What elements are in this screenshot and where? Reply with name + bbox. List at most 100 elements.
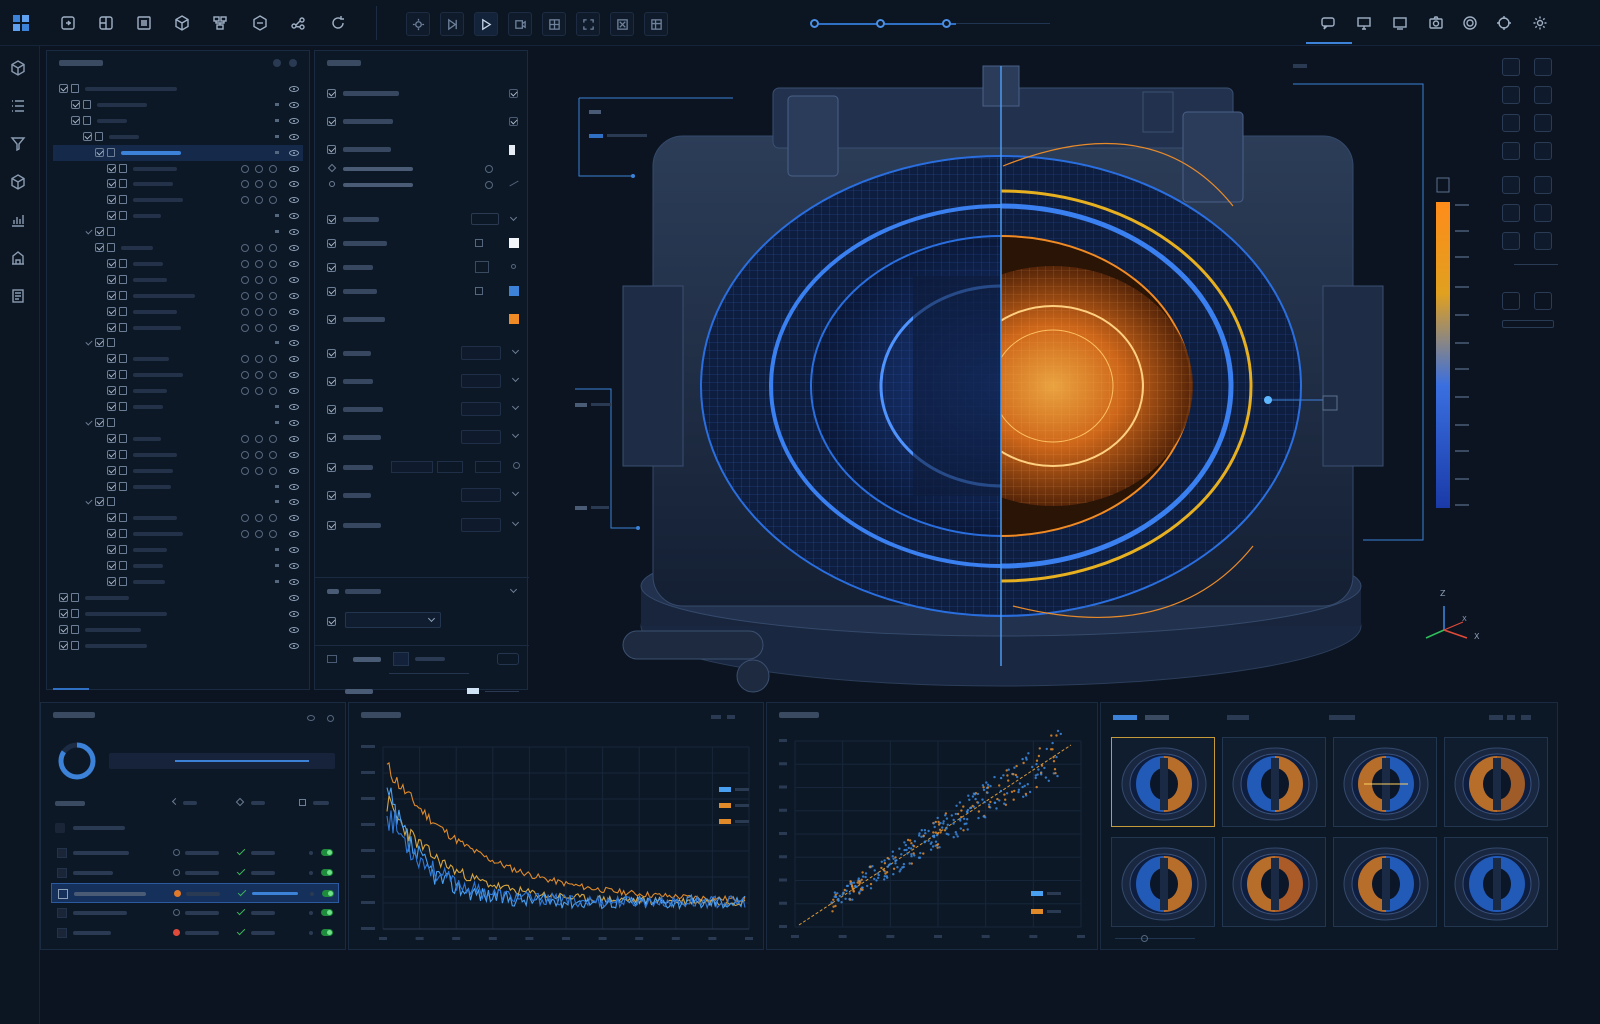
visibility-eye-icon[interactable] [289,117,299,124]
visibility-eye-icon[interactable] [289,610,299,617]
visibility-eye-icon[interactable] [289,594,299,601]
tree-row[interactable] [53,224,303,240]
chevron-down-icon[interactable] [511,488,520,497]
chat-icon[interactable] [1318,13,1338,33]
result-thumbnail[interactable] [1333,737,1437,827]
view-slider[interactable] [1502,320,1554,328]
checkbox[interactable] [107,274,116,284]
checkbox[interactable] [327,433,336,442]
tree-row[interactable] [53,494,303,510]
check-button[interactable] [393,652,409,666]
radio-icon[interactable] [329,181,335,187]
visibility-eye-icon[interactable] [289,578,299,585]
tree-row[interactable] [53,463,303,479]
dropdown-select[interactable] [461,488,501,502]
field-input[interactable] [391,461,433,473]
chevron-down-icon[interactable] [511,374,520,383]
visibility-eye-icon[interactable] [289,133,299,140]
step-button[interactable] [440,12,464,36]
view-tool-button[interactable] [1534,86,1552,104]
checkbox[interactable] [83,131,92,141]
result-thumbnail[interactable] [1333,837,1437,927]
display-icon[interactable] [1390,13,1410,33]
toggle-checkbox[interactable] [509,117,518,126]
view-tool-button[interactable] [1502,292,1520,310]
row-checkbox[interactable] [57,868,67,878]
checkbox[interactable] [327,89,336,98]
view-tool-button[interactable] [1502,86,1520,104]
checkbox[interactable] [327,145,336,154]
checkbox[interactable] [327,239,336,248]
checkbox[interactable] [95,497,104,507]
checkbox[interactable] [107,386,116,396]
checkbox[interactable] [107,290,116,300]
checkbox[interactable] [107,433,116,443]
convergence-chart[interactable] [349,727,765,951]
status-toggle[interactable] [321,869,333,876]
checkbox[interactable] [107,354,116,364]
status-toggle[interactable] [321,929,333,936]
link-icon[interactable] [485,181,493,189]
report-icon[interactable] [10,288,30,308]
checkbox[interactable] [107,322,116,332]
checkbox[interactable] [107,163,116,173]
dropdown-select[interactable] [461,346,501,360]
job-row[interactable] [51,903,339,923]
tree-row[interactable] [53,335,303,351]
tree-row[interactable] [53,415,303,431]
visibility-eye-icon[interactable] [289,245,299,251]
tree-row[interactable] [53,161,303,177]
checkbox[interactable] [107,370,116,380]
checkbox[interactable] [107,481,116,491]
checkbox[interactable] [95,243,104,252]
result-thumbnail[interactable] [1222,837,1326,927]
record-button[interactable] [508,12,532,36]
tree-row[interactable] [53,542,303,558]
view-tool-button[interactable] [1534,114,1552,132]
dropdown-select[interactable] [345,612,441,628]
pen-icon[interactable] [235,797,245,807]
checkbox[interactable] [95,147,104,157]
slider-track[interactable] [485,691,519,692]
chevron-icon[interactable] [327,163,337,173]
view-tool-button[interactable] [1502,204,1520,222]
checkbox[interactable] [327,491,336,500]
chevron-down-icon[interactable] [511,430,520,439]
row-checkbox[interactable] [57,848,67,858]
result-thumbnail[interactable] [1111,737,1215,827]
list-icon[interactable] [134,13,154,33]
tree-row[interactable] [53,320,303,336]
tree-row[interactable] [53,351,303,367]
visibility-eye-icon[interactable] [289,229,299,236]
settings-button[interactable] [406,12,430,36]
view-tool-button[interactable] [1502,58,1520,76]
checkbox[interactable] [107,576,116,586]
visibility-eye-icon[interactable] [289,563,299,569]
view-tool-button[interactable] [1534,232,1552,250]
checkbox[interactable] [59,84,68,93]
slider-thumb[interactable] [467,688,479,694]
tree-row[interactable] [53,431,303,447]
checkbox[interactable] [95,338,104,348]
checkbox[interactable] [327,377,336,386]
chart-icon[interactable] [10,212,30,232]
chevron-icon[interactable] [85,418,93,426]
checkbox[interactable] [107,545,116,555]
refresh-icon[interactable] [513,462,520,469]
list-icon[interactable] [10,98,30,118]
visibility-eye-icon[interactable] [289,642,299,649]
tree-row[interactable] [53,479,303,495]
visibility-eye-icon[interactable] [289,626,299,633]
target-icon[interactable] [1494,13,1514,33]
visibility-eye-icon[interactable] [289,499,299,506]
mesh-icon[interactable] [96,13,116,33]
chevron-icon[interactable] [85,227,93,235]
curve-icon[interactable] [509,180,519,187]
visibility-eye-icon[interactable] [289,515,299,522]
row-checkbox[interactable] [57,908,67,918]
tokamak-model[interactable]: Z X X [533,46,1600,698]
tree-row[interactable] [53,304,303,320]
visibility-eye-icon[interactable] [289,356,299,363]
tree-row[interactable] [53,574,303,590]
tree-row[interactable] [53,638,303,654]
